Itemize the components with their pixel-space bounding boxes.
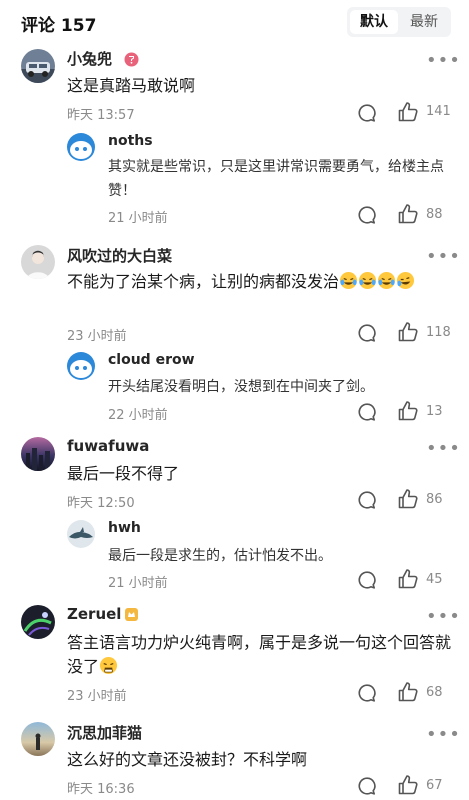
more-dots-icon[interactable]: ••• [426,440,461,458]
comment-text: 最后一段不得了 [67,464,180,483]
username[interactable]: 沉思加菲猫 [67,722,142,743]
badge-icon [124,52,139,67]
reply-text: 其实就是些常识，只是这里讲常识需要勇气，给楼主点赞！ [108,159,444,199]
username[interactable]: fuwafuwa [67,437,149,455]
comment-bubble-icon[interactable] [357,205,377,225]
avatar[interactable] [67,352,95,380]
badge-icon [124,607,139,622]
comment-text-body: 不能为了治某个病，让别的病都没发治 [67,272,340,291]
username[interactable]: noths [108,133,153,149]
comment-bubble-icon[interactable] [357,103,377,123]
thumbs-up-icon[interactable] [397,101,419,123]
avatar[interactable] [67,520,95,548]
comment-time: 23 小时前 [67,329,127,344]
avatar[interactable] [21,437,55,471]
thumbs-up-icon[interactable] [397,203,419,225]
comment-text: 答主语言功力炉火纯青啊，属于是多说一句这个回答就没了 [67,631,452,679]
reply-text: 最后一段是求生的，估计怕发不出。 [108,548,332,564]
comment-bubble-icon[interactable] [357,490,377,510]
sort-default-button[interactable]: 默认 [350,10,398,34]
username[interactable]: cloud erow [108,352,195,368]
more-dots-icon[interactable]: ••• [426,248,461,266]
thumbs-up-icon[interactable] [397,774,419,796]
more-dots-icon[interactable]: ••• [426,52,461,70]
thumbs-up-icon[interactable] [397,488,419,510]
like-count: 88 [426,207,443,222]
crying-laughing-emoji-icon [339,271,415,291]
thumbs-up-icon[interactable] [397,321,419,343]
comment-text: 这么好的文章还没被封？不科学啊 [67,750,308,769]
like-count: 118 [426,325,451,340]
comment-bubble-icon[interactable] [357,402,377,422]
avatar[interactable] [21,49,55,83]
username[interactable]: 小兔兜 [67,48,112,69]
like-count: 86 [426,492,443,507]
comments-count-title: 评论 157 [21,16,97,36]
more-dots-icon[interactable]: ••• [426,608,461,626]
comment-time: 昨天 16:36 [67,782,135,797]
avatar[interactable] [67,133,95,161]
smirk-emoji-icon [99,656,118,676]
thumbs-up-icon[interactable] [397,400,419,422]
comment-bubble-icon[interactable] [357,683,377,703]
username[interactable]: Zeruel [67,605,121,623]
comment-text-body: 答主语言功力炉火纯青啊，属于是多说一句这个回答就没了 [67,633,452,676]
comments-header: 评论 157 默认 最新 [0,0,469,44]
like-count: 141 [426,104,451,119]
comment-time: 昨天 12:50 [67,496,135,511]
thumbs-up-icon[interactable] [397,681,419,703]
username[interactable]: hwh [108,520,141,536]
reply-time: 21 小时前 [108,211,168,226]
sort-toggle: 默认 最新 [347,7,451,37]
comment-bubble-icon[interactable] [357,776,377,796]
comment-time: 23 小时前 [67,689,127,704]
comment-text: 不能为了治某个病，让别的病都没发治 [67,270,452,294]
reply-time: 21 小时前 [108,576,168,591]
sort-latest-button[interactable]: 最新 [400,10,448,34]
comment-text: 这是真踏马敢说啊 [67,76,196,95]
like-count: 68 [426,685,443,700]
comment-bubble-icon[interactable] [357,323,377,343]
reply-text: 开头结尾没看明白，没想到在中间夹了剑。 [108,379,374,395]
username[interactable]: 风吹过的大白菜 [67,245,172,266]
reply-time: 22 小时前 [108,408,168,423]
like-count: 67 [426,778,443,793]
avatar[interactable] [21,245,55,279]
avatar[interactable] [21,605,55,639]
like-count: 13 [426,404,443,419]
comment-time: 昨天 13:57 [67,108,135,123]
more-dots-icon[interactable]: ••• [426,726,461,744]
avatar[interactable] [21,722,55,756]
comment-bubble-icon[interactable] [357,570,377,590]
thumbs-up-icon[interactable] [397,568,419,590]
like-count: 45 [426,572,443,587]
